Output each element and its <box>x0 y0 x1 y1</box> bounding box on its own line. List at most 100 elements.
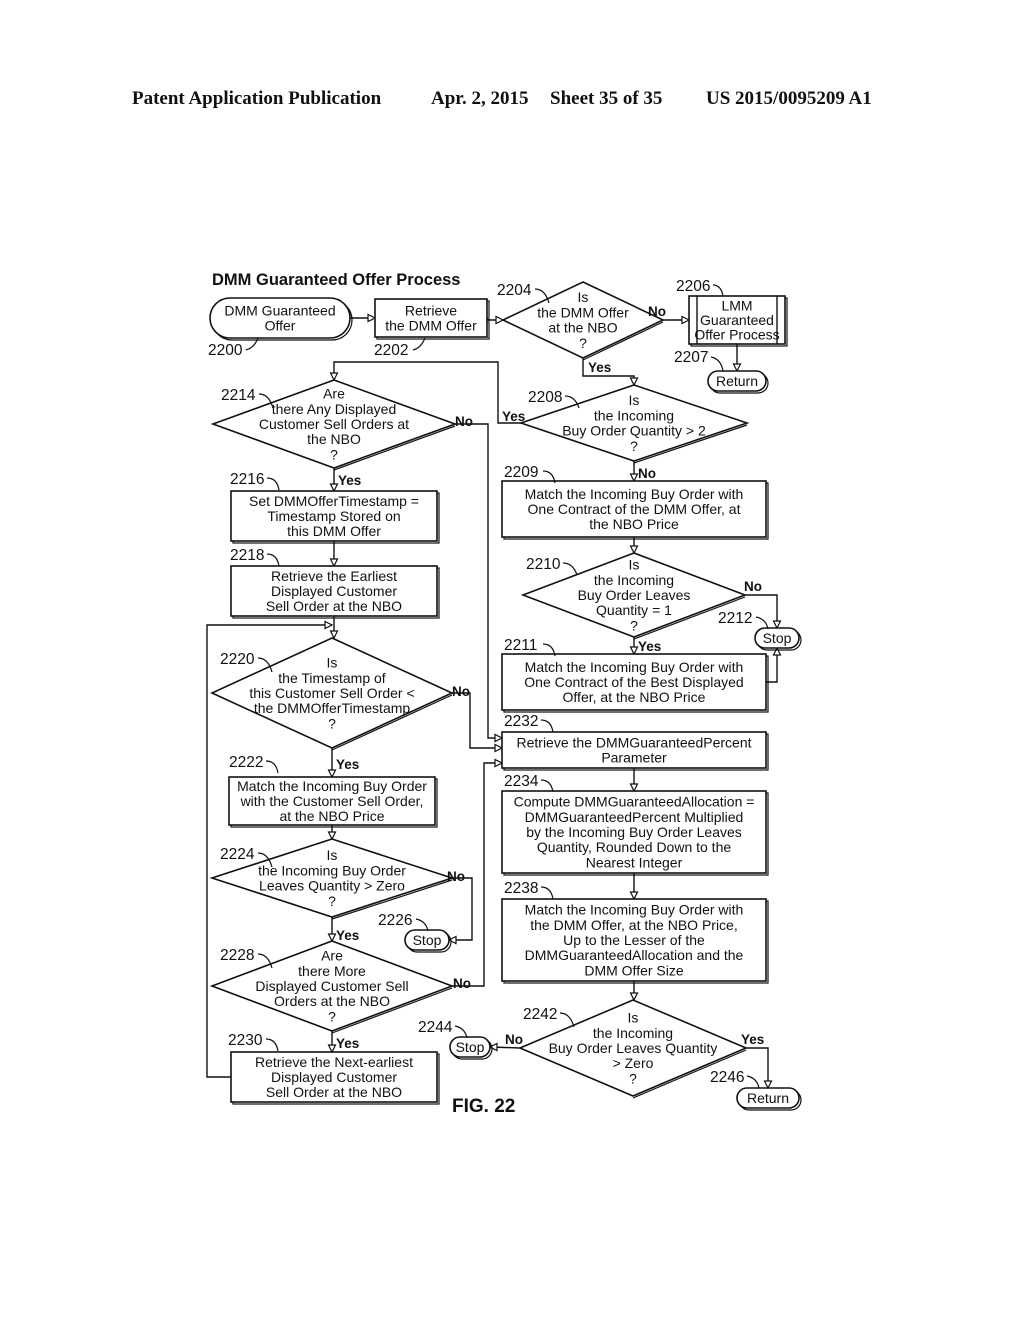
reference-number: 2206 <box>676 278 710 295</box>
leader-line <box>265 760 279 774</box>
decision-text-line: ? <box>630 617 638 633</box>
node-2232-process: Retrieve the DMMGuaranteedPercentParamet… <box>501 713 769 771</box>
reference-number: 2218 <box>230 547 264 564</box>
decision-text-line: ? <box>579 335 587 351</box>
terminal-text-line: Return <box>716 373 758 389</box>
node-2222-process: Match the Incoming Buy Orderwith the Cus… <box>228 754 438 828</box>
edge-2204-2208-yes-arrow <box>629 377 639 387</box>
edge-2204-2206-no-arrow <box>681 315 691 325</box>
decision-text-line: Is <box>629 392 640 408</box>
decision-text-line: Is <box>327 655 338 671</box>
process-text-line: with the Customer Sell Order, <box>240 793 424 809</box>
decision-text-line: the Incoming <box>594 572 674 588</box>
reference-number: 2214 <box>221 387 256 404</box>
decision-text-line: Customer Sell Orders at <box>259 416 409 432</box>
edge-2218-2220-arrow <box>329 630 339 640</box>
reference-number: 2207 <box>674 349 708 366</box>
decision-text-line: ? <box>629 1070 637 1086</box>
label-2214-yes: Yes <box>338 473 361 488</box>
flowchart: DMM Guaranteed Offer Process FIG. 22 DMM… <box>206 271 802 1117</box>
process-text-line: Quantity, Rounded Down to the <box>537 839 732 855</box>
process-text-line: Offer Process <box>694 327 779 343</box>
node-2208-decision: Isthe IncomingBuy Order Quantity > 2? 220… <box>518 384 750 464</box>
decision-text-line: the Incoming Buy Order <box>258 862 406 878</box>
label-2242-no: No <box>505 1032 523 1047</box>
decision-text-line: ? <box>328 1008 336 1024</box>
reference-number: 2242 <box>523 1006 557 1023</box>
reference-number: 2211 <box>504 637 537 654</box>
label-2220-yes: Yes <box>336 757 359 772</box>
decision-text-line: Quantity = 1 <box>596 602 672 618</box>
decision-text-line: the Incoming <box>594 407 674 423</box>
edge-2238-2242-arrow <box>629 992 639 1002</box>
leader-line <box>540 886 554 900</box>
decision-text-line: the Incoming <box>593 1025 673 1041</box>
label-2224-yes: Yes <box>336 928 359 943</box>
edge-2210-2212-no-arrow <box>772 620 782 630</box>
label-2228-yes: Yes <box>336 1036 359 1051</box>
node-2202-process: Retrievethe DMM Offer 2202 <box>374 298 490 359</box>
terminal-text-line: Return <box>747 1090 789 1106</box>
decision-text-line: ? <box>328 893 336 909</box>
decision-text-line: the NBO <box>307 431 361 447</box>
label-2208-yes: Yes <box>502 409 525 424</box>
process-text-line: Displayed Customer <box>271 583 397 599</box>
edge-2206-2207-arrow <box>732 363 742 373</box>
label-2214-no: No <box>455 414 473 429</box>
process-text-line: Timestamp Stored on <box>267 508 400 524</box>
edge-2242-2246-yes-arrow <box>763 1080 773 1090</box>
node-2200-terminal: DMM GuaranteedOffer 2200 <box>208 297 353 359</box>
terminal-text-line: Stop <box>413 932 442 948</box>
process-text-line: DMMGuaranteedAllocation and the <box>525 947 744 963</box>
reference-number: 2238 <box>504 880 538 897</box>
nodes-layer: DMM GuaranteedOffer2200Retrievethe DMM O… <box>208 278 802 1111</box>
decision-text-line: Buy Order Quantity > 2 <box>562 423 706 439</box>
terminal-text-line: Offer <box>265 318 296 334</box>
label-2210-yes: Yes <box>638 639 661 654</box>
leader-line <box>540 719 554 733</box>
edge-2208-2209-no-arrow <box>629 473 639 483</box>
reference-number: 2226 <box>378 912 412 929</box>
leader-line <box>559 1012 575 1028</box>
edge-2210-2211-yes-arrow <box>629 646 639 656</box>
process-text-line: Match the Incoming Buy Order with <box>525 659 744 675</box>
process-text-line: DMM Offer Size <box>584 962 684 978</box>
process-text-line: One Contract of the Best Displayed <box>524 674 743 690</box>
reference-number: 2246 <box>710 1069 744 1086</box>
process-text-line: Set DMMOfferTimestamp = <box>249 493 419 509</box>
reference-number: 2228 <box>220 947 254 964</box>
label-2210-no: No <box>744 579 762 594</box>
edge-2228-2230-yes-arrow <box>327 1044 337 1054</box>
process-text-line: Retrieve the Next-earliest <box>255 1054 413 1070</box>
process-text-line: Parameter <box>601 750 667 766</box>
reference-number: 2222 <box>229 754 263 771</box>
process-text-line: Match the Incoming Buy Order with <box>525 902 744 918</box>
node-2220-decision: Isthe Timestamp ofthis Customer Sell Ord… <box>210 637 454 751</box>
edge-2214-2232-no-arrow <box>494 733 504 743</box>
process-text-line: Retrieve the Earliest <box>271 568 397 584</box>
node-2224-decision: Isthe Incoming Buy OrderLeaves Quantity … <box>209 838 455 920</box>
label-2228-no: No <box>453 976 471 991</box>
decision-text-line: the DMMOfferTimestamp <box>254 700 411 716</box>
decision-text-line: ? <box>630 438 638 454</box>
reference-number: 2200 <box>208 342 243 359</box>
edge-2222-2224-arrow <box>327 831 337 841</box>
edge-2214-2216-yes-arrow <box>329 483 339 493</box>
label-2224-no: No <box>447 869 465 884</box>
decision-text-line: Buy Order Leaves Quantity <box>549 1040 718 1056</box>
reference-number: 2234 <box>504 773 539 790</box>
process-text-line: Nearest Integer <box>586 854 683 870</box>
process-text-line: this DMM Offer <box>287 523 381 539</box>
leader-line <box>266 553 280 567</box>
terminal-text-line: Stop <box>456 1039 485 1055</box>
node-2207-terminal: Return 2207 <box>674 349 769 394</box>
decision-text-line: the Timestamp of <box>278 670 385 686</box>
leader-line <box>562 562 578 576</box>
decision-text-line: Is <box>578 289 589 305</box>
node-2206-predefined-process: LMMGuaranteedOffer Process2206 <box>676 278 788 347</box>
leader-line <box>412 337 426 351</box>
node-2210-decision: Isthe IncomingBuy Order LeavesQuantity =… <box>520 552 748 640</box>
edge-2208-2214-yes-arrow <box>329 372 339 382</box>
label-2204-no: No <box>648 304 666 319</box>
reference-number: 2232 <box>504 713 538 730</box>
